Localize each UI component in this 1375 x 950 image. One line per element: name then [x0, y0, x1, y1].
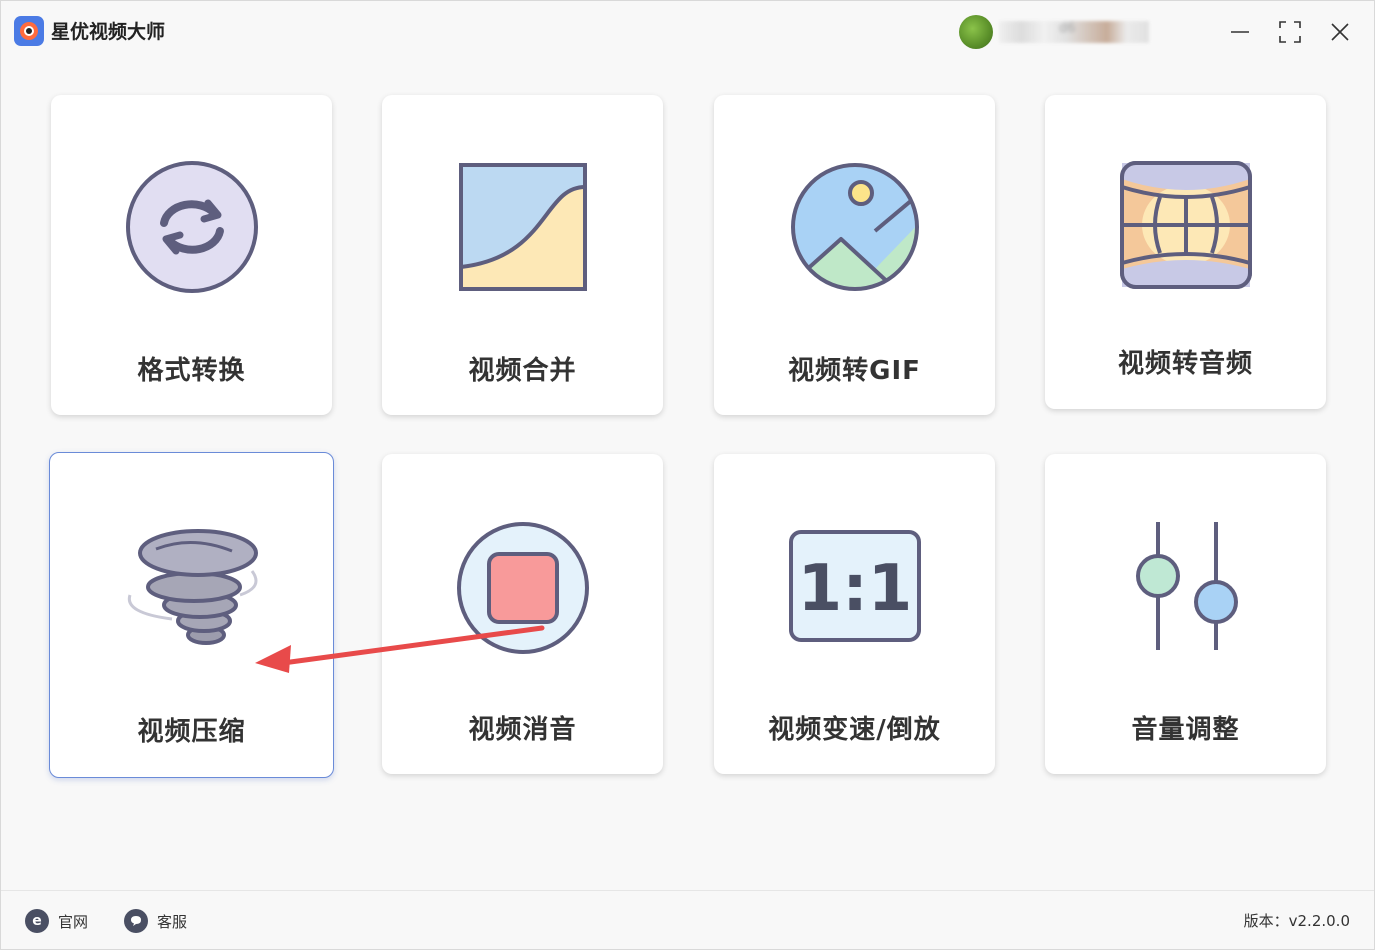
card-video-compress[interactable]: 视频压缩	[49, 452, 334, 778]
title-bar[interactable]: 星优视频大师 d6	[1, 1, 1374, 61]
stop-mute-icon	[456, 522, 589, 654]
customer-service-link[interactable]: 客服	[124, 908, 187, 934]
card-label: 视频压缩	[137, 717, 246, 747]
card-video-to-gif[interactable]: 视频转GIF	[714, 95, 995, 415]
card-video-mute[interactable]: 视频消音	[382, 454, 663, 774]
customer-service-label: 客服	[157, 912, 188, 931]
card-label: 视频转音频	[1117, 349, 1253, 379]
footer-divider	[1, 890, 1374, 891]
card-video-merge[interactable]: 视频合并	[382, 95, 663, 415]
fullscreen-icon	[1279, 21, 1301, 43]
browser-e-icon: e	[25, 909, 49, 933]
app-window: 星优视频大师 d6 格式转换 视频合并 视频转GIF 视频转音频 视频压缩 视频…	[0, 0, 1375, 950]
website-label: 官网	[58, 912, 89, 931]
avatar[interactable]	[959, 15, 993, 49]
card-label: 视频消音	[468, 715, 577, 745]
card-volume-adjust[interactable]: 音量调整	[1045, 454, 1326, 774]
sliders-icon	[1135, 522, 1238, 650]
ratio-1-1-icon: 1:1	[788, 530, 921, 642]
maximize-button[interactable]	[1273, 15, 1307, 49]
card-label: 视频变速/倒放	[768, 715, 941, 745]
ratio-icon-text: 1:1	[797, 552, 912, 626]
user-account[interactable]: d6	[959, 15, 1159, 49]
card-format-convert[interactable]: 格式转换	[51, 95, 332, 415]
close-icon	[1331, 23, 1349, 41]
card-label: 音量调整	[1131, 715, 1240, 745]
app-title: 星优视频大师	[51, 21, 166, 43]
website-link[interactable]: e 官网	[25, 908, 88, 934]
merge-icon	[458, 163, 587, 291]
card-label: 格式转换	[137, 356, 246, 386]
close-button[interactable]	[1323, 15, 1357, 49]
version-text: 版本：v2.2.0.0	[1243, 912, 1350, 930]
chat-bubble-icon	[124, 909, 148, 933]
card-video-speed-reverse[interactable]: 1:1 视频变速/倒放	[714, 454, 995, 774]
user-name-blurred: d6	[999, 21, 1149, 43]
image-gif-icon	[790, 163, 919, 291]
app-logo-icon	[14, 16, 44, 46]
minimize-button[interactable]	[1223, 15, 1257, 49]
tornado-compress-icon	[127, 529, 258, 645]
convert-icon	[125, 161, 258, 293]
card-label: 视频合并	[468, 356, 577, 386]
card-label: 视频转GIF	[788, 356, 921, 386]
user-name-fragment: d6	[1059, 21, 1076, 36]
audio-icon	[1119, 161, 1252, 289]
card-video-to-audio[interactable]: 视频转音频	[1045, 95, 1326, 409]
minimize-icon	[1231, 31, 1249, 33]
